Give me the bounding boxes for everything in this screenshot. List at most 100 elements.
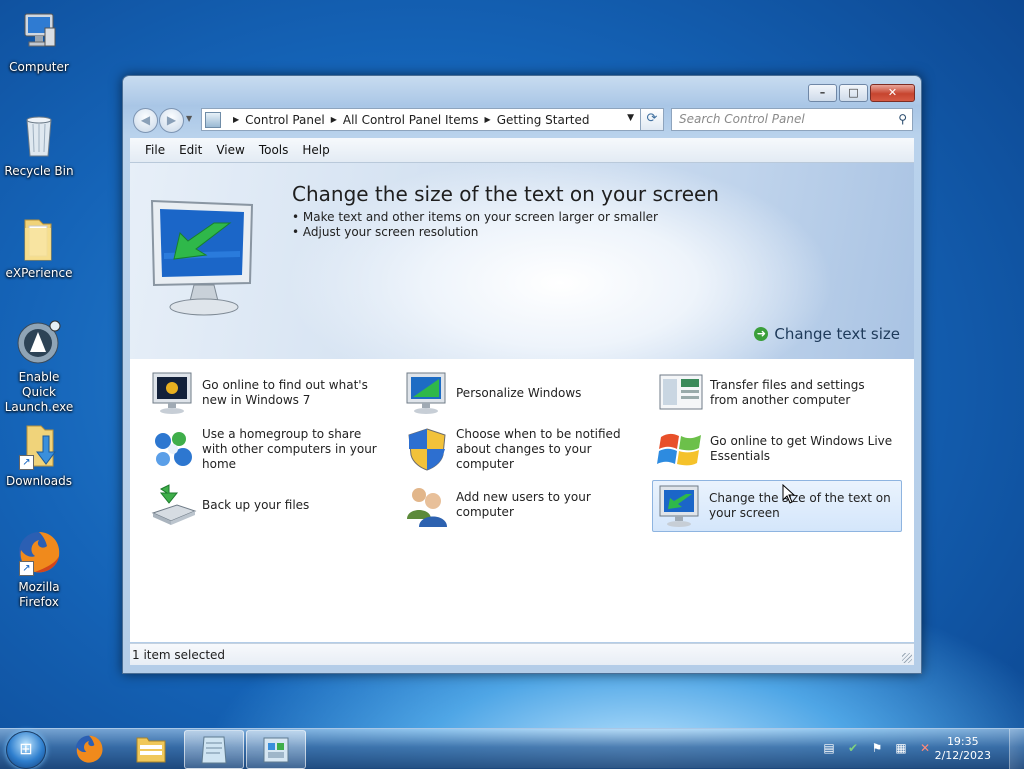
taskbar-firefox[interactable] — [60, 730, 118, 767]
task-label: Personalize Windows — [456, 385, 582, 400]
minimize-button[interactable]: – — [808, 84, 837, 102]
address-bar[interactable]: ▶ Control Panel ▶ All Control Panel Item… — [201, 108, 641, 131]
navigation-bar: ◀ ▶ ▼ ▶ Control Panel ▶ All Control Pane… — [130, 106, 914, 134]
security-icon[interactable]: ✔ — [846, 741, 860, 755]
desktop-icon-computer[interactable]: Computer — [0, 8, 78, 75]
desktop-icon-label: eXPerience — [5, 266, 73, 280]
task-label: Transfer files and settings from another… — [710, 378, 865, 407]
desktop-icon-label: Mozilla Firefox — [18, 580, 60, 609]
address-dropdown-icon[interactable]: ▼ — [627, 113, 634, 123]
task-live-essentials[interactable]: Go online to get Windows Live Essentials — [654, 424, 902, 474]
task-add-users[interactable]: Add new users to your computer — [400, 480, 648, 530]
task-whats-new[interactable]: Go online to find out what's new in Wind… — [146, 368, 394, 418]
control-panel-window: – □ ✕ ◀ ▶ ▼ ▶ Control Panel ▶ All Contro… — [122, 75, 922, 674]
task-label: Change the size of the text on your scre… — [709, 491, 891, 520]
forward-arrow-icon: ▶ — [166, 113, 177, 127]
task-personalize[interactable]: Personalize Windows — [400, 368, 648, 418]
computer-icon — [15, 8, 63, 56]
back-button[interactable]: ◀ — [133, 108, 158, 133]
homegroup-icon — [149, 427, 197, 471]
firefox-icon: ↗ — [15, 528, 63, 576]
start-button[interactable]: ⊞ — [6, 731, 46, 769]
large-monitor-icon — [144, 193, 264, 326]
control-panel-icon — [205, 111, 221, 128]
search-box[interactable]: ⚲ — [671, 108, 913, 131]
banner-bullet-text: Make text and other items on your screen… — [302, 210, 658, 224]
minimize-icon: – — [819, 86, 826, 99]
mouse-cursor-icon — [782, 483, 796, 507]
task-label: Add new users to your computer — [456, 490, 591, 519]
clock[interactable]: 19:35 2/12/2023 — [935, 735, 991, 763]
task-transfer-files[interactable]: Transfer files and settings from another… — [654, 368, 902, 418]
menu-file[interactable]: File — [143, 141, 167, 159]
banner-bullet: • Make text and other items on your scre… — [292, 210, 658, 224]
menu-help[interactable]: Help — [300, 141, 331, 159]
desktop-icon-label: Enable Quick Launch.exe — [4, 370, 74, 414]
taskbar-explorer[interactable] — [122, 730, 180, 767]
taskbar-app-1[interactable] — [184, 730, 244, 769]
desktop-icon-recycle-bin[interactable]: Recycle Bin — [0, 112, 78, 179]
breadcrumb-chevron-icon: ▶ — [484, 115, 491, 124]
clock-date: 2/12/2023 — [934, 749, 991, 762]
taskbar: ⊞ ▤ ✔ ⚑ ▦ ✕ 19:35 2/12/2023 — [0, 728, 1024, 769]
menu-edit[interactable]: Edit — [177, 141, 204, 159]
resize-grip[interactable] — [902, 653, 912, 663]
desktop-icon-label: Recycle Bin — [4, 164, 74, 178]
network-icon[interactable]: ▦ — [894, 741, 908, 755]
flag-icon[interactable]: ⚑ — [870, 741, 884, 755]
breadcrumb-chevron-icon: ▶ — [330, 115, 337, 124]
content-pane: Change the size of the text on your scre… — [130, 163, 914, 642]
recent-pages-dropdown[interactable]: ▼ — [186, 114, 192, 123]
shortcut-arrow-icon: ↗ — [19, 455, 34, 470]
search-input[interactable] — [672, 109, 879, 128]
close-button[interactable]: ✕ — [870, 84, 915, 102]
breadcrumb-control-panel[interactable]: Control Panel — [245, 113, 325, 127]
volume-muted-icon[interactable]: ✕ — [918, 741, 932, 755]
breadcrumb-all-items[interactable]: All Control Panel Items — [343, 113, 479, 127]
task-homegroup[interactable]: Use a homegroup to share with other comp… — [146, 424, 394, 474]
taskbar-control-panel[interactable] — [246, 730, 306, 769]
window-controls: – □ ✕ — [808, 84, 915, 102]
maximize-icon: □ — [848, 86, 859, 99]
task-backup[interactable]: Back up your files — [146, 480, 394, 530]
desktop-icon-downloads[interactable]: ↗ Downloads — [0, 422, 78, 489]
forward-button[interactable]: ▶ — [159, 108, 184, 133]
task-change-text-size[interactable]: Change the size of the text on your scre… — [652, 480, 902, 532]
menu-tools[interactable]: Tools — [257, 141, 291, 159]
text-size-monitor-icon — [656, 484, 704, 528]
banner-bullet-text: Adjust your screen resolution — [302, 225, 479, 239]
task-uac[interactable]: Choose when to be notified about changes… — [400, 424, 648, 474]
green-arrow-icon: ➜ — [754, 327, 769, 341]
clock-time: 19:35 — [946, 735, 979, 748]
task-label: Go online to get Windows Live Essentials — [710, 434, 893, 463]
close-icon: ✕ — [887, 86, 898, 99]
change-text-size-link[interactable]: ➜ Change text size — [754, 325, 900, 343]
windows-flag-icon — [657, 427, 705, 471]
task-label: Go online to find out what's new in Wind… — [202, 378, 368, 407]
personalize-monitor-icon — [403, 371, 451, 415]
app-launcher-icon — [15, 318, 63, 366]
desktop-icon-firefox[interactable]: ↗ Mozilla Firefox — [0, 528, 78, 610]
action-center-doc-icon[interactable]: ▤ — [822, 741, 836, 755]
breadcrumb-getting-started[interactable]: Getting Started — [497, 113, 590, 127]
control-panel-icon — [263, 737, 289, 763]
recycle-bin-icon — [15, 112, 63, 160]
windows-logo-icon: ⊞ — [19, 739, 33, 758]
maximize-button[interactable]: □ — [839, 84, 868, 102]
breadcrumb-chevron-icon: ▶ — [233, 115, 240, 124]
search-icon[interactable]: ⚲ — [898, 112, 907, 126]
task-banner: Change the size of the text on your scre… — [130, 163, 914, 359]
menu-view[interactable]: View — [214, 141, 246, 159]
desktop-icon-experience[interactable]: eXPerience — [0, 214, 78, 281]
menu-bar: File Edit View Tools Help — [130, 138, 914, 163]
change-text-size-label: Change text size — [774, 325, 900, 343]
refresh-button[interactable]: ⟳ — [640, 108, 664, 131]
notepad-icon — [201, 736, 227, 764]
refresh-icon: ⟳ — [646, 111, 658, 126]
desktop-icon-enable-quick-launch[interactable]: Enable Quick Launch.exe — [0, 318, 78, 415]
banner-bullet: • Adjust your screen resolution — [292, 225, 479, 239]
file-explorer-icon — [136, 737, 166, 763]
back-arrow-icon: ◀ — [140, 113, 151, 127]
users-icon — [403, 483, 451, 527]
show-desktop-button[interactable] — [1009, 729, 1024, 769]
